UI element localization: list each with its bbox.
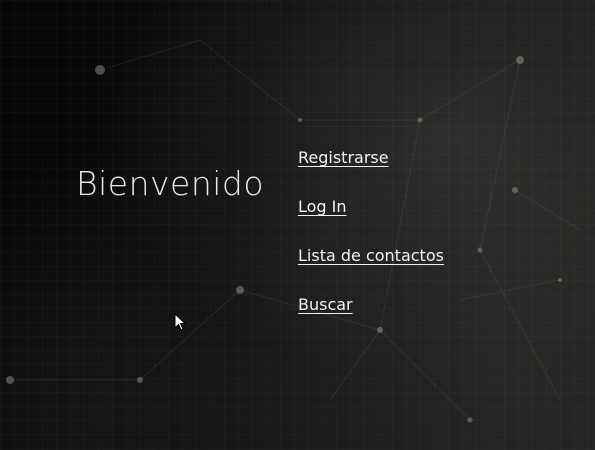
register-link[interactable]: Registrarse [298, 148, 389, 167]
nav-item-login: Log In [298, 197, 444, 246]
page: Bienvenido Registrarse Log In Lista de c… [0, 0, 595, 450]
mouse-pointer-icon [174, 313, 186, 331]
contact-list-link[interactable]: Lista de contactos [298, 246, 444, 265]
search-link[interactable]: Buscar [298, 295, 353, 314]
login-link[interactable]: Log In [298, 197, 347, 216]
nav-item-contacts: Lista de contactos [298, 246, 444, 295]
nav-item-register: Registrarse [298, 148, 444, 197]
welcome-heading: Bienvenido [76, 164, 265, 203]
nav-item-search: Buscar [298, 295, 444, 344]
main-nav: Registrarse Log In Lista de contactos Bu… [298, 148, 444, 344]
